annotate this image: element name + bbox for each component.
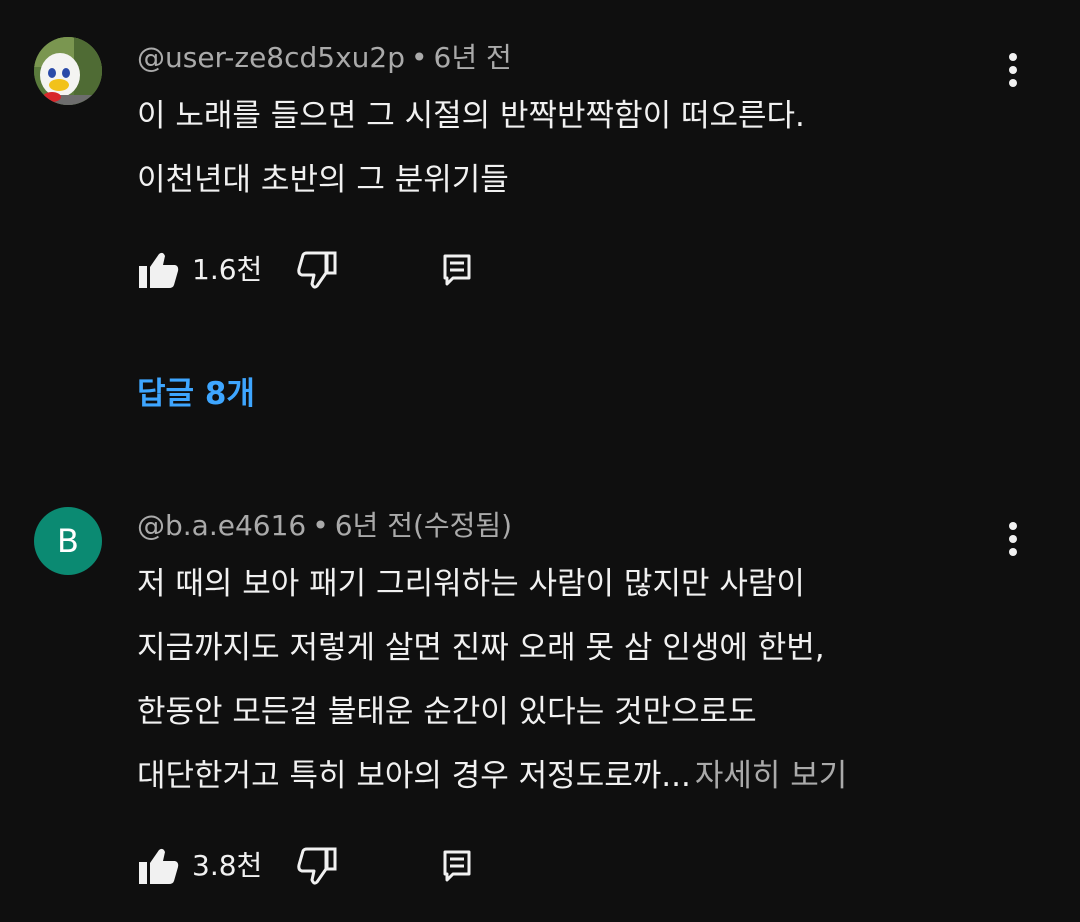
comment-text: 저 때의 보아 패기 그리워하는 사람이 많지만 사람이 지금까지도 저렇게 살… (137, 552, 997, 808)
comment-author[interactable]: @b.a.e4616 (137, 509, 306, 542)
comment-thread-2: B @b.a.e4616 • 6년 전(수정됨) 저 때의 보아 패기 그리워하는 … (0, 490, 1080, 922)
avatar-letter: B (57, 522, 79, 560)
comment-line: 한동안 모든걸 불태운 순간이 있다는 것만으로도 (137, 694, 757, 730)
comment-thread-1: @user-ze8cd5xu2p • 6년 전 이 노래를 들으면 그 시절의 반짝… (0, 0, 1080, 440)
like-button[interactable] (137, 248, 181, 292)
like-count: 3.8천 (192, 849, 263, 882)
like-count: 1.6천 (192, 253, 263, 286)
comment-line: 저 때의 보아 패기 그리워하는 사람이 많지만 사람이 (137, 566, 805, 602)
avatar[interactable]: B (34, 507, 102, 575)
comment-time: 6년 전 (433, 41, 512, 74)
dislike-button[interactable] (295, 248, 339, 292)
replies-toggle[interactable]: 답글 8개 (137, 374, 255, 414)
comment-menu-button[interactable] (996, 517, 1030, 561)
meta-separator: • (411, 41, 428, 74)
comment-actions: 3.8천 (137, 844, 537, 888)
thumbs-up-icon (139, 252, 179, 288)
reply-icon (443, 850, 471, 882)
thumbs-up-icon (139, 848, 179, 884)
comment-header: @b.a.e4616 • 6년 전(수정됨) (137, 508, 512, 544)
more-vert-icon (1009, 522, 1017, 556)
comment-time: 6년 전(수정됨) (334, 509, 513, 542)
more-vert-icon (1009, 53, 1017, 87)
avatar-image (34, 37, 102, 105)
comment-actions: 1.6천 (137, 248, 537, 292)
comment-line-last: 대단한거고 특히 보아의 경우 저정도로까... 자세히 보기 (137, 744, 997, 808)
meta-separator: • (312, 509, 329, 542)
dislike-button[interactable] (295, 844, 339, 888)
thumbs-down-icon (297, 251, 337, 289)
reply-button[interactable] (435, 844, 479, 888)
thumbs-down-icon (297, 847, 337, 885)
reply-button[interactable] (435, 248, 479, 292)
reply-icon (443, 254, 471, 286)
comment-line-text: 대단한거고 특히 보아의 경우 저정도로까... (137, 758, 691, 794)
like-button[interactable] (137, 844, 181, 888)
comment-header: @user-ze8cd5xu2p • 6년 전 (137, 40, 512, 76)
comment-menu-button[interactable] (996, 48, 1030, 92)
comment-line: 지금까지도 저렇게 살면 진짜 오래 못 삼 인생에 한번, (137, 630, 825, 666)
comment-text: 이 노래를 들으면 그 시절의 반짝반짝함이 떠오른다. 이천년대 초반의 그 … (137, 84, 997, 212)
comment-line: 이 노래를 들으면 그 시절의 반짝반짝함이 떠오른다. (137, 98, 805, 134)
comment-line: 이천년대 초반의 그 분위기들 (137, 162, 509, 198)
avatar[interactable] (34, 37, 102, 105)
comment-author[interactable]: @user-ze8cd5xu2p (137, 41, 405, 74)
read-more-link[interactable]: 자세히 보기 (695, 758, 847, 794)
